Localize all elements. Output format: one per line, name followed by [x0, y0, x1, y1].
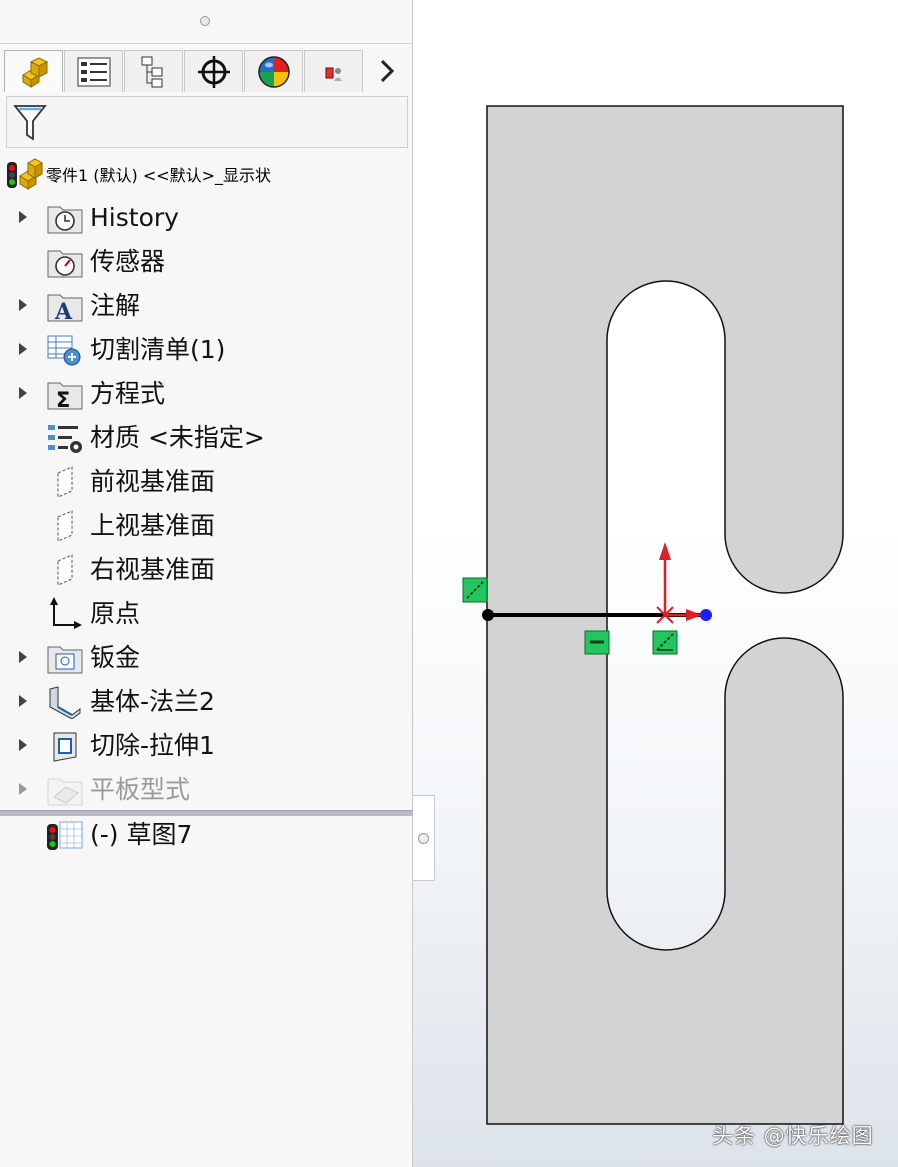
tree-item-3[interactable]: A 注解	[0, 284, 413, 328]
part-tree-icon	[21, 56, 48, 88]
display-manager-tab[interactable]	[244, 50, 303, 92]
tree-item-label: 前视基准面	[90, 467, 216, 496]
tree-item-label: 切割清单(1)	[90, 335, 226, 364]
tree-item-5[interactable]: Σ 方程式	[0, 372, 413, 416]
tree-item-14[interactable]: 平板型式	[0, 768, 413, 812]
expand-arrow-icon[interactable]	[15, 737, 31, 753]
tree-item-sketch7[interactable]: (-) 草图7	[0, 813, 413, 857]
tree-item-label: 切除-拉伸1	[90, 731, 215, 760]
tree-item-4[interactable]: 切割清单(1)	[0, 328, 413, 372]
tree-item-label: 上视基准面	[90, 511, 216, 540]
plane-icon	[57, 510, 73, 542]
crosshair-icon	[197, 55, 230, 88]
more-tabs-button[interactable]	[364, 50, 410, 92]
part-root-label: 零件1 (默认) <<默认>_显示状	[46, 166, 272, 185]
sensor-folder-icon	[47, 250, 83, 278]
part-root-node[interactable]: 零件1 (默认) <<默认>_显示状	[0, 152, 413, 196]
configuration-manager-tab[interactable]	[124, 50, 183, 92]
tree-item-label: 基体-法兰2	[90, 687, 215, 716]
tree-item-10[interactable]: 原点	[0, 592, 413, 636]
tree-item-label: 钣金	[90, 643, 141, 672]
tree-item-12[interactable]: 基体-法兰2	[0, 680, 413, 724]
tree-item-label: 传感器	[90, 247, 166, 276]
tree-item-label: 材质 <未指定>	[90, 423, 265, 452]
tree-item-7[interactable]: 前视基准面	[0, 460, 413, 504]
property-list-icon	[77, 57, 110, 86]
tree-item-8[interactable]: 上视基准面	[0, 504, 413, 548]
splitter-grip[interactable]	[418, 833, 429, 844]
appearance-sphere-icon	[257, 55, 290, 88]
sheet-metal-folder-icon	[47, 646, 83, 674]
expand-arrow-icon[interactable]	[15, 297, 31, 313]
panel-splitter[interactable]	[413, 795, 435, 881]
horizontal-relation-badge[interactable]	[584, 630, 610, 655]
tree-item-label: 方程式	[90, 379, 166, 408]
sketch-icon	[47, 821, 83, 850]
watermark-text: 头条 @快乐绘图	[712, 1124, 874, 1148]
cut-extrude-icon	[53, 732, 77, 762]
tree-item-2[interactable]: 传感器	[0, 240, 413, 284]
tree-item-label: 平板型式	[90, 775, 191, 804]
tree-item-6[interactable]: 材质 <未指定>	[0, 416, 413, 460]
origin-y-arrow	[659, 542, 671, 560]
panel-separator	[0, 43, 413, 44]
expand-arrow-icon[interactable]	[15, 341, 31, 357]
plane-icon	[57, 466, 73, 498]
expand-arrow-icon[interactable]	[15, 209, 31, 225]
cam-tab[interactable]	[304, 50, 363, 92]
panel-resize-grip[interactable]	[200, 16, 210, 26]
equation-folder-icon: Σ	[47, 382, 83, 411]
configuration-icon	[141, 56, 162, 87]
chevron-right-icon	[380, 59, 395, 83]
sketch-start-point[interactable]	[482, 609, 494, 621]
annotation-folder-icon: A	[47, 294, 83, 323]
base-flange-icon	[49, 686, 81, 719]
origin-x-arrow	[686, 609, 702, 621]
material-icon	[48, 425, 82, 453]
tree-item-label: History	[90, 203, 179, 232]
filter-icon[interactable]	[13, 103, 47, 143]
plane-icon	[57, 554, 73, 586]
cam-icon	[325, 67, 342, 81]
expand-arrow-icon[interactable]	[15, 649, 31, 665]
tree-item-13[interactable]: 切除-拉伸1	[0, 724, 413, 768]
manager-tabs	[4, 50, 411, 94]
expand-arrow-icon[interactable]	[15, 781, 31, 797]
midpoint-relation-badge[interactable]	[652, 630, 678, 655]
expand-arrow-icon[interactable]	[15, 385, 31, 401]
tree-item-label: 右视基准面	[90, 555, 216, 584]
cut-list-icon	[47, 335, 81, 366]
tree-item-label: 原点	[90, 599, 141, 628]
tree-item-9[interactable]: 右视基准面	[0, 548, 413, 592]
tree-filter-bar[interactable]	[6, 96, 408, 148]
feature-manager-panel: 零件1 (默认) <<默认>_显示状 History 传感器 A 注解切割清单(1) Σ…	[0, 0, 413, 1167]
tree-item-1[interactable]: History	[0, 196, 413, 240]
graphics-area[interactable]	[436, 0, 898, 1167]
tree-item-label: 注解	[90, 291, 141, 320]
history-folder-icon	[47, 206, 83, 234]
flat-pattern-icon	[47, 778, 83, 806]
part-status-icon	[7, 158, 44, 190]
property-manager-tab[interactable]	[64, 50, 123, 92]
tree-item-11[interactable]: 钣金	[0, 636, 413, 680]
coincident-relation-badge[interactable]	[462, 577, 488, 603]
dimxpert-tab[interactable]	[184, 50, 243, 92]
feature-manager-tab[interactable]	[4, 50, 63, 92]
origin-icon	[50, 597, 82, 629]
svg-text:Σ: Σ	[56, 388, 70, 411]
svg-text:A: A	[54, 299, 73, 323]
expand-arrow-icon[interactable]	[15, 693, 31, 709]
tree-item-label: (-) 草图7	[90, 820, 193, 849]
